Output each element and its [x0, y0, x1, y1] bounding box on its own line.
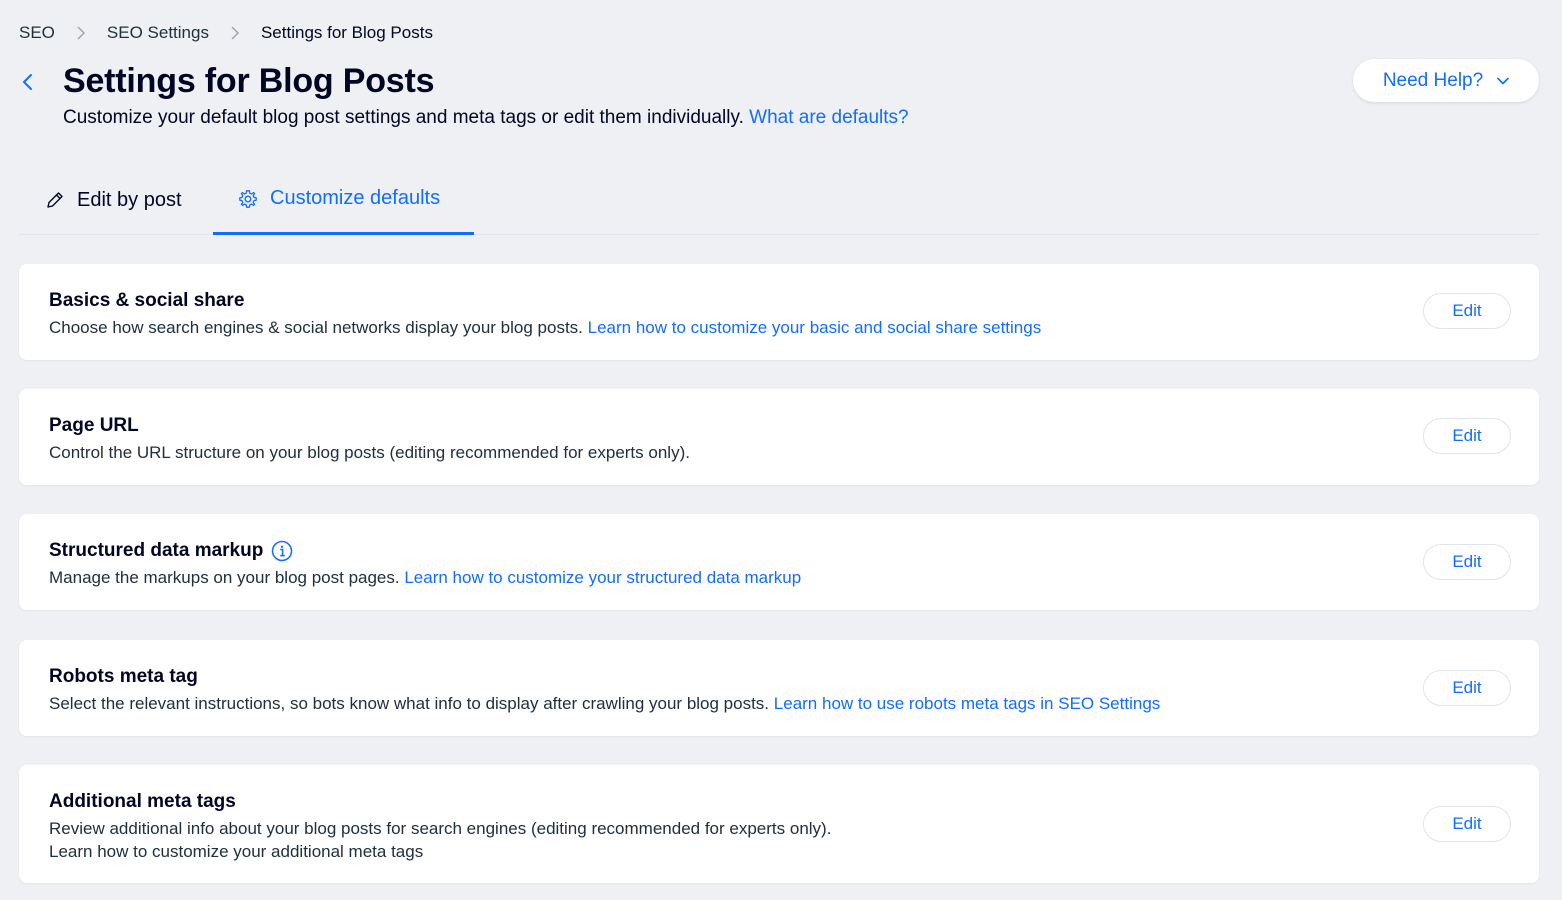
card-robots-meta-tag: Robots meta tag Select the relevant inst…	[19, 640, 1539, 736]
card-title: Page URL	[49, 415, 139, 436]
tab-edit-by-post-label: Edit by post	[77, 188, 182, 211]
card-description: Control the URL structure on your blog p…	[49, 443, 690, 462]
page: SEO SEO Settings Settings for Blog Posts…	[0, 0, 1562, 900]
edit-button[interactable]: Edit	[1423, 293, 1511, 329]
card-additional-meta-tags: Additional meta tags Review additional i…	[19, 765, 1539, 883]
learn-basics-social-link[interactable]: Learn how to customize your basic and so…	[588, 318, 1042, 337]
card-title: Structured data markup	[49, 540, 293, 562]
pencil-icon	[47, 192, 63, 208]
back-button[interactable]	[14, 68, 42, 96]
need-help-button[interactable]: Need Help?	[1353, 59, 1539, 102]
card-page-url: Page URL Control the URL structure on yo…	[19, 389, 1539, 485]
card-structured-data-markup: Structured data markup Manage the markup…	[19, 514, 1539, 610]
learn-robots-meta-link[interactable]: Learn how to use robots meta tags in SEO…	[774, 694, 1161, 713]
learn-additional-meta-link[interactable]: Learn how to customize your additional m…	[49, 840, 423, 863]
gear-icon	[239, 189, 257, 208]
chevron-down-icon	[1497, 77, 1509, 84]
page-title: Settings for Blog Posts	[63, 62, 435, 100]
need-help-label: Need Help?	[1382, 69, 1484, 91]
breadcrumb-seo-settings[interactable]: SEO Settings	[107, 23, 209, 43]
tab-customize-defaults[interactable]: Customize defaults	[213, 165, 474, 235]
page-subtitle-text: Customize your default blog post setting…	[63, 107, 744, 128]
card-title-text: Structured data markup	[49, 540, 264, 561]
tabs: Edit by post Customize defaults	[19, 165, 1539, 235]
edit-button[interactable]: Edit	[1423, 544, 1511, 580]
chevron-left-icon	[23, 74, 32, 90]
breadcrumb-current: Settings for Blog Posts	[260, 23, 433, 42]
edit-button[interactable]: Edit	[1423, 670, 1511, 706]
breadcrumb: SEO SEO Settings Settings for Blog Posts	[19, 22, 433, 44]
edit-button[interactable]: Edit	[1423, 806, 1511, 842]
card-description-text: Choose how search engines & social netwo…	[49, 318, 583, 337]
card-title: Basics & social share	[49, 290, 245, 311]
card-basics-social-share: Basics & social share Choose how search …	[19, 264, 1539, 360]
tab-edit-by-post[interactable]: Edit by post	[45, 165, 182, 235]
edit-button[interactable]: Edit	[1423, 418, 1511, 454]
card-title: Robots meta tag	[49, 666, 198, 687]
card-title: Additional meta tags	[49, 791, 236, 812]
card-description: Select the relevant instructions, so bot…	[49, 692, 1160, 715]
chevron-right-icon	[209, 26, 261, 40]
card-description-text: Manage the markups on your blog post pag…	[49, 568, 400, 587]
card-description: Choose how search engines & social netwo…	[49, 316, 1041, 339]
card-description-text: Select the relevant instructions, so bot…	[49, 694, 770, 713]
breadcrumb-seo[interactable]: SEO	[19, 23, 55, 43]
card-description: Review additional info about your blog p…	[49, 819, 832, 838]
page-subtitle: Customize your default blog post setting…	[63, 105, 909, 131]
learn-structured-data-link[interactable]: Learn how to customize your structured d…	[404, 568, 801, 587]
info-icon[interactable]	[271, 540, 293, 562]
what-are-defaults-link[interactable]: What are defaults?	[749, 107, 908, 128]
chevron-right-icon	[55, 26, 107, 40]
tab-customize-defaults-label: Customize defaults	[270, 187, 441, 209]
card-description: Manage the markups on your blog post pag…	[49, 566, 801, 589]
